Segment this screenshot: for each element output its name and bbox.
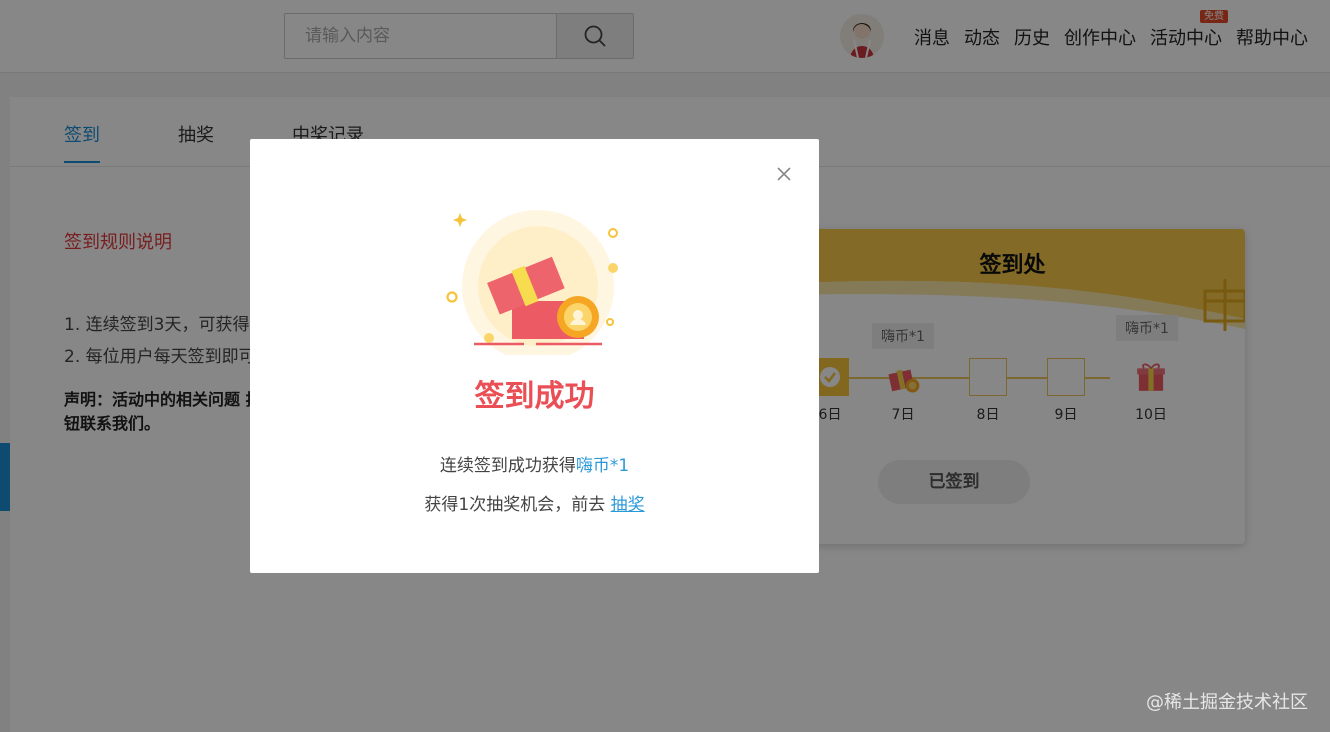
gift-success-illustration [446,210,618,355]
lottery-message-text: 获得1次抽奖机会，前去 [424,495,606,515]
reward-coin-highlight: 嗨币*1 [575,456,630,476]
success-title: 签到成功 [474,379,595,414]
close-icon[interactable] [773,163,795,185]
checkin-success-modal: 签到成功 连续签到成功获得嗨币*1 获得1次抽奖机会，前去 抽奖 [250,139,819,573]
watermark: @稀土掘金技术社区 [1146,692,1308,713]
reward-message-text: 连续签到成功获得 [439,456,576,476]
lottery-message: 获得1次抽奖机会，前去 抽奖 [250,490,819,515]
lottery-link[interactable]: 抽奖 [611,495,645,515]
reward-message: 连续签到成功获得嗨币*1 [250,451,819,476]
